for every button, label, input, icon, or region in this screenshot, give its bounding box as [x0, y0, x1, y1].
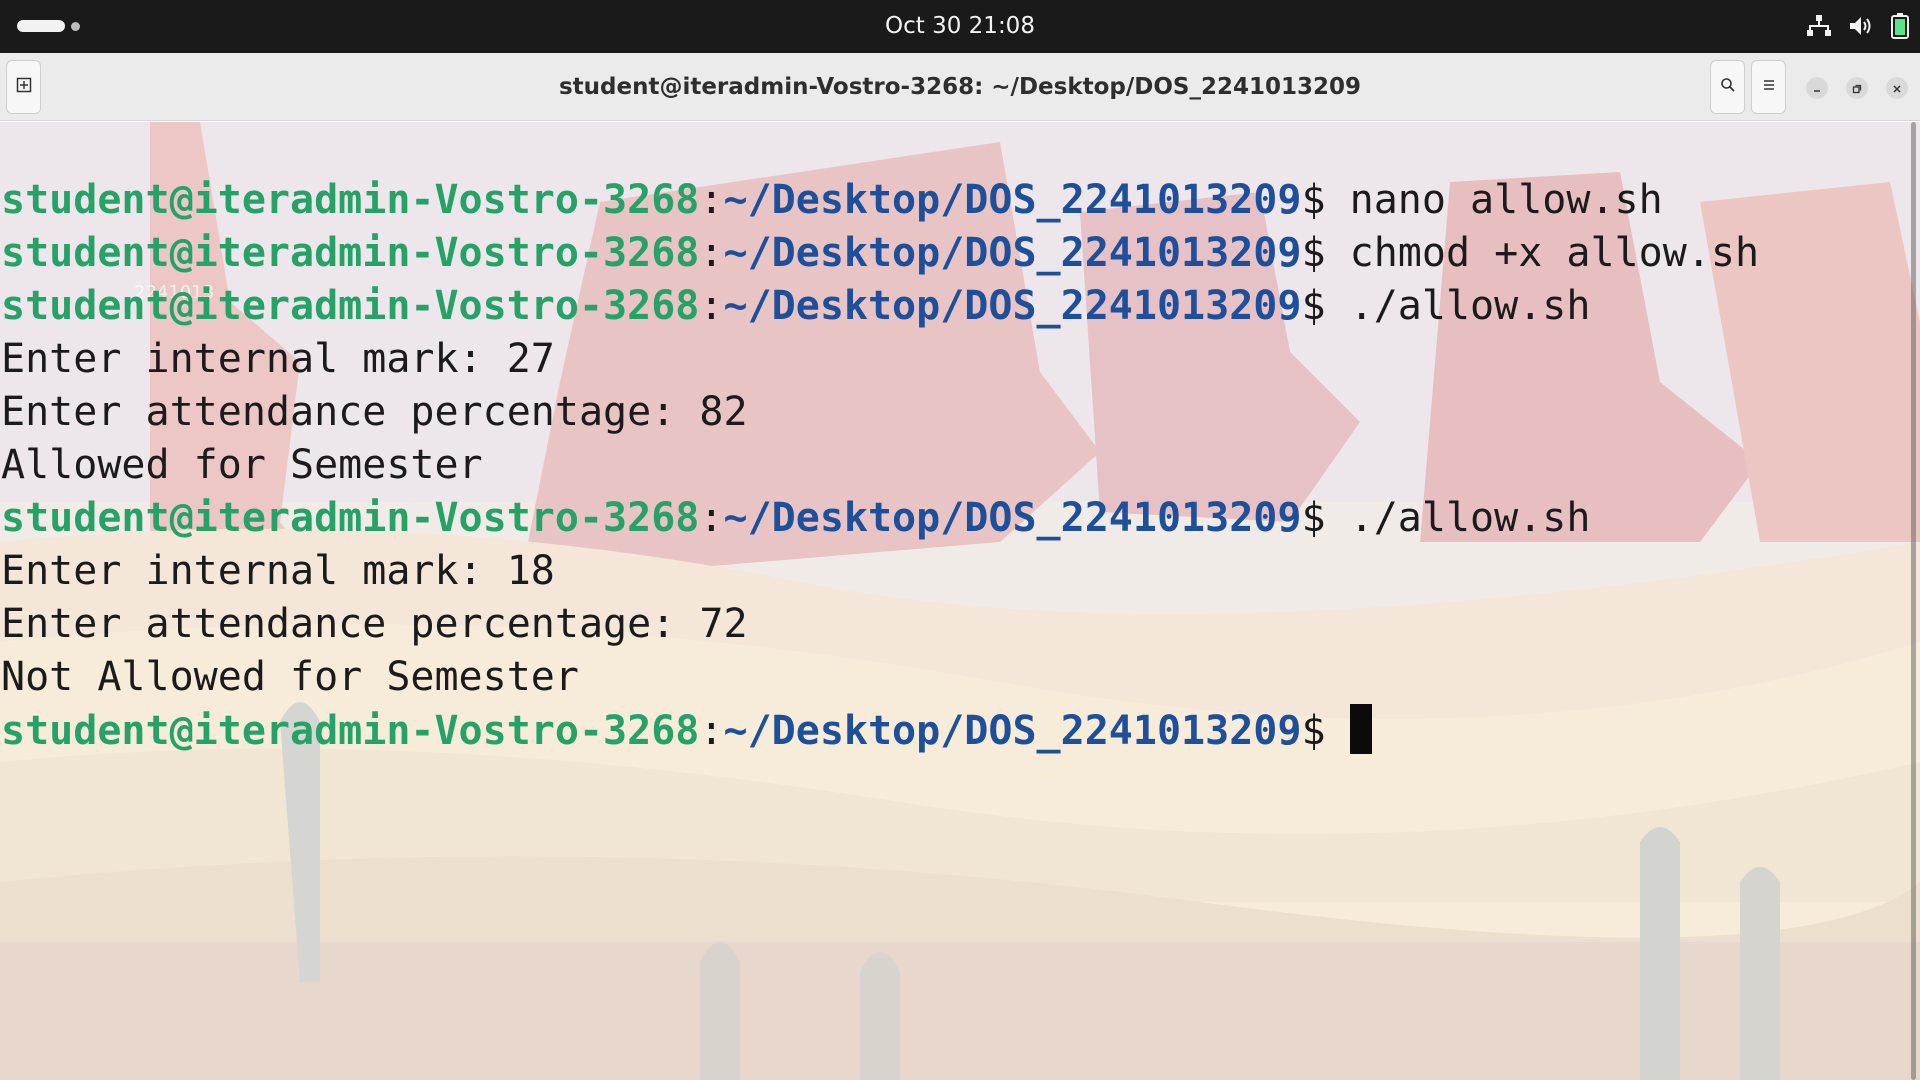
- prompt-symbol: $: [1301, 283, 1350, 329]
- new-tab-button[interactable]: [6, 60, 41, 114]
- prompt-symbol: $: [1301, 708, 1350, 754]
- workspace-indicator-active[interactable]: [17, 20, 65, 32]
- command-text: chmod +x allow.sh: [1349, 230, 1760, 276]
- output-line: Enter internal mark: 27: [1, 336, 555, 382]
- prompt-separator: :: [699, 177, 724, 223]
- prompt-symbol: $: [1301, 230, 1350, 276]
- prompt-path: ~/Desktop/DOS_2241013209: [723, 177, 1302, 223]
- prompt-separator: :: [699, 495, 724, 541]
- minimize-icon: [1812, 79, 1822, 98]
- text-cursor: [1349, 704, 1372, 754]
- window-headerbar[interactable]: student@iteradmin-Vostro-3268: ~/Desktop…: [0, 53, 1920, 121]
- prompt-line: student@iteradmin-Vostro-3268:~/Desktop/…: [1, 280, 1759, 333]
- terminal-scrollbar[interactable]: [1911, 122, 1916, 1080]
- output-line: Enter attendance percentage: 72: [1, 601, 748, 647]
- terminal-area[interactable]: 2241013 student@iteradmin-Vostro-3268:~/…: [0, 122, 1920, 1080]
- prompt-line: student@iteradmin-Vostro-3268:~/Desktop/…: [1, 704, 1759, 757]
- prompt-user: student@iteradmin-Vostro-3268: [1, 230, 700, 276]
- prompt-user: student@iteradmin-Vostro-3268: [1, 708, 700, 754]
- output-line: Enter attendance percentage: 82: [1, 389, 748, 435]
- prompt-separator: :: [699, 708, 724, 754]
- battery-icon[interactable]: [1890, 13, 1910, 39]
- network-icon[interactable]: [1806, 14, 1832, 38]
- prompt-user: student@iteradmin-Vostro-3268: [1, 177, 700, 223]
- maximize-button[interactable]: [1846, 77, 1868, 99]
- prompt-user: student@iteradmin-Vostro-3268: [1, 283, 700, 329]
- prompt-path: ~/Desktop/DOS_2241013209: [723, 708, 1302, 754]
- prompt-line: student@iteradmin-Vostro-3268:~/Desktop/…: [1, 174, 1759, 227]
- prompt-path: ~/Desktop/DOS_2241013209: [723, 230, 1302, 276]
- prompt-path: ~/Desktop/DOS_2241013209: [723, 283, 1302, 329]
- close-button[interactable]: [1886, 77, 1908, 99]
- menu-icon: [1761, 77, 1777, 97]
- window-title: student@iteradmin-Vostro-3268: ~/Desktop…: [558, 74, 1362, 100]
- command-text: ./allow.sh: [1349, 283, 1591, 329]
- output-line: Enter internal mark: 18: [1, 548, 555, 594]
- command-text: nano allow.sh: [1349, 177, 1663, 223]
- prompt-line: student@iteradmin-Vostro-3268:~/Desktop/…: [1, 492, 1759, 545]
- top-bar: Oct 30 21:08: [0, 0, 1920, 52]
- close-icon: [1892, 79, 1902, 98]
- system-tray[interactable]: [1806, 12, 1910, 40]
- output-line: Allowed for Semester: [1, 442, 483, 488]
- prompt-line: student@iteradmin-Vostro-3268:~/Desktop/…: [1, 227, 1759, 280]
- minimize-button[interactable]: [1806, 77, 1828, 99]
- prompt-symbol: $: [1301, 177, 1350, 223]
- prompt-symbol: $: [1301, 495, 1350, 541]
- workspace-indicator-dot[interactable]: [71, 22, 80, 31]
- volume-icon[interactable]: [1848, 14, 1874, 38]
- prompt-separator: :: [699, 283, 724, 329]
- new-tab-icon: [16, 77, 32, 97]
- search-button[interactable]: [1710, 60, 1745, 114]
- maximize-icon: [1852, 79, 1862, 98]
- clock[interactable]: Oct 30 21:08: [885, 13, 1035, 39]
- output-line: Not Allowed for Semester: [1, 654, 579, 700]
- prompt-path: ~/Desktop/DOS_2241013209: [723, 495, 1302, 541]
- search-icon: [1720, 77, 1736, 97]
- prompt-user: student@iteradmin-Vostro-3268: [1, 495, 700, 541]
- command-text: ./allow.sh: [1349, 495, 1591, 541]
- prompt-separator: :: [699, 230, 724, 276]
- terminal-window: student@iteradmin-Vostro-3268: ~/Desktop…: [0, 53, 1920, 1080]
- menu-button[interactable]: [1751, 60, 1786, 114]
- terminal-output[interactable]: student@iteradmin-Vostro-3268:~/Desktop/…: [1, 174, 1759, 757]
